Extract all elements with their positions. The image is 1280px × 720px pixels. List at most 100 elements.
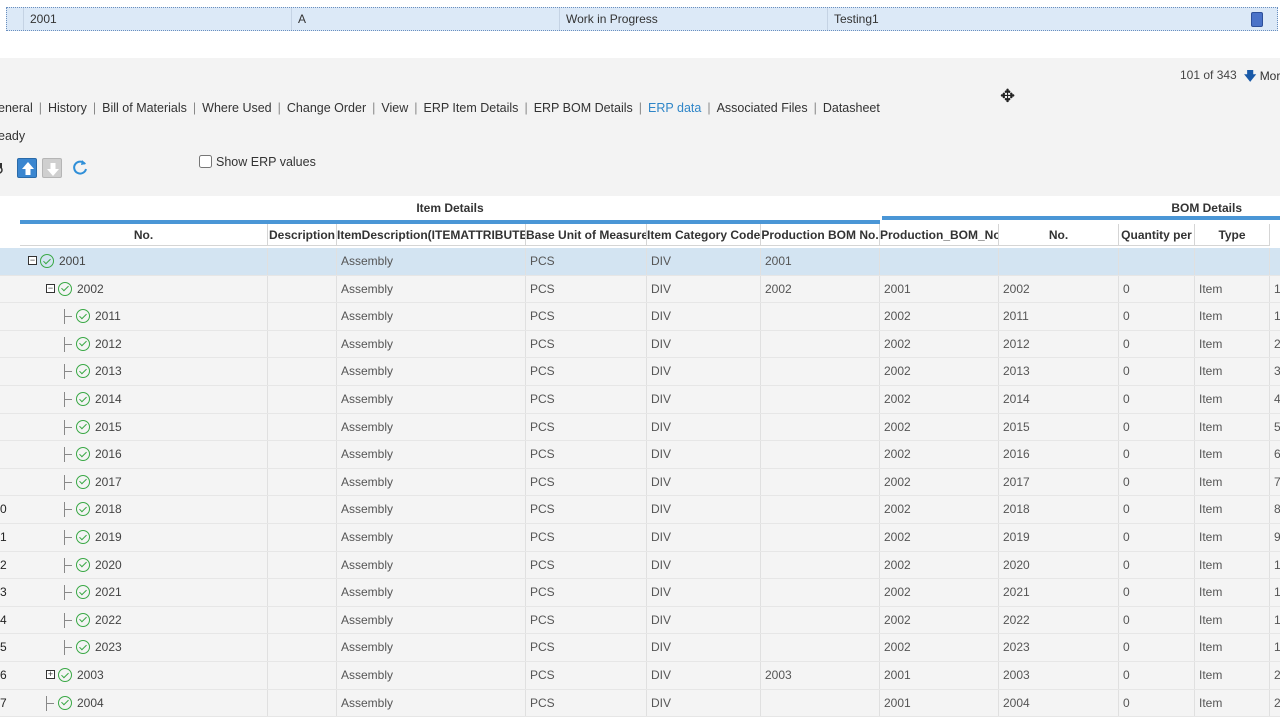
released-check-icon: [76, 309, 90, 324]
cell-desc: [268, 496, 337, 523]
show-erp-checkbox-input[interactable]: [199, 155, 212, 168]
cell-extra: 2: [1270, 690, 1280, 717]
cell-no: 2023: [20, 634, 268, 661]
row-number: 7: [0, 695, 7, 710]
tab-datasheet[interactable]: Datasheet: [823, 101, 880, 115]
cell-type: Item: [1195, 606, 1270, 634]
cell-pbom2: 2002: [880, 524, 999, 551]
column-header-type[interactable]: Type: [1195, 224, 1270, 246]
tab-associated-files[interactable]: Associated Files: [717, 101, 808, 115]
column-header-no-[interactable]: No.: [20, 224, 268, 246]
item-number[interactable]: 2016: [95, 441, 122, 468]
cell-pbom2: 2002: [880, 358, 999, 385]
move-down-button[interactable]: [42, 158, 62, 178]
cell-itemdesc: Assembly: [337, 303, 526, 330]
binoculars-icon[interactable]: [0, 161, 6, 178]
table-row[interactable]: 32021AssemblyPCSDIV200220210Item1: [0, 579, 1280, 607]
cell-bomno: 2019: [999, 524, 1119, 551]
table-row[interactable]: 2011AssemblyPCSDIV200220110Item1: [0, 303, 1280, 331]
cell-extra: 2: [1270, 662, 1280, 689]
column-header-itemdescription-itemattribute-[interactable]: ItemDescription(ITEMATTRIBUTE): [337, 224, 526, 246]
table-row[interactable]: −2002AssemblyPCSDIV2002200120020Item1: [0, 275, 1280, 304]
show-erp-values-checkbox[interactable]: Show ERP values: [199, 155, 316, 169]
collapse-icon[interactable]: −: [28, 256, 37, 265]
tab-change-order[interactable]: Change Order: [287, 101, 366, 115]
column-header-quantity-per[interactable]: Quantity per: [1119, 224, 1195, 246]
item-number[interactable]: 2003: [77, 662, 104, 689]
cell-pbom2: 2002: [880, 441, 999, 468]
item-number[interactable]: 2004: [77, 690, 104, 717]
tab-erp-data[interactable]: ERP data: [648, 101, 701, 115]
tab-where-used[interactable]: Where Used: [202, 101, 271, 115]
table-row[interactable]: 2013AssemblyPCSDIV200220130Item3: [0, 358, 1280, 386]
tree-line: [64, 647, 72, 649]
item-number[interactable]: 2022: [95, 607, 122, 634]
item-number[interactable]: 2011: [95, 303, 121, 330]
tree-line: [64, 426, 72, 428]
cell-extra: 1: [1270, 579, 1280, 606]
table-row[interactable]: 12019AssemblyPCSDIV200220190Item9: [0, 524, 1280, 552]
item-number[interactable]: 2020: [95, 552, 122, 579]
column-header-production-bom-no[interactable]: Production_BOM_No: [880, 224, 999, 246]
item-number[interactable]: 2019: [95, 524, 122, 551]
table-row[interactable]: 2014AssemblyPCSDIV200220140Item4: [0, 386, 1280, 414]
table-row[interactable]: 02018AssemblyPCSDIV200220180Item8: [0, 496, 1280, 524]
table-row[interactable]: 2016AssemblyPCSDIV200220160Item6: [0, 441, 1280, 469]
item-number[interactable]: 2018: [95, 496, 122, 523]
item-number[interactable]: 2017: [95, 469, 122, 496]
column-header-item-category-code[interactable]: Item Category Code: [647, 224, 761, 246]
column-header-no-[interactable]: No.: [999, 224, 1119, 246]
table-row[interactable]: 22020AssemblyPCSDIV200220200Item1: [0, 551, 1280, 580]
tree-line: [64, 564, 72, 566]
table-row[interactable]: 6+2003AssemblyPCSDIV2003200120030Item2: [0, 662, 1280, 690]
table-row[interactable]: 72004AssemblyPCSDIV200120040Item2: [0, 689, 1280, 718]
table-row[interactable]: 42022AssemblyPCSDIV200220220Item1: [0, 606, 1280, 635]
expand-icon[interactable]: +: [46, 670, 55, 679]
item-number[interactable]: 2001: [59, 248, 86, 275]
table-row[interactable]: −2001 Assembly PCS DIV 2001: [0, 248, 1280, 276]
cell-type: Item: [1195, 358, 1270, 385]
column-header-production-bom-no-[interactable]: Production BOM No.: [761, 224, 880, 246]
more-button[interactable]: 🡇 Mor: [1244, 67, 1280, 88]
refresh-icon[interactable]: [71, 159, 89, 180]
item-number[interactable]: 2013: [95, 358, 122, 385]
cell-pbom: [761, 330, 880, 358]
selected-record-row[interactable]: 2001 A Work in Progress Testing1: [6, 7, 1278, 31]
item-number[interactable]: 2002: [77, 276, 104, 303]
cell-cat: DIV: [647, 413, 761, 441]
table-row[interactable]: 2017AssemblyPCSDIV200220170Item7: [0, 468, 1280, 497]
cell-type: Item: [1195, 579, 1270, 606]
table-row[interactable]: 52023AssemblyPCSDIV200220230Item1: [0, 634, 1280, 662]
cell-desc: [268, 330, 337, 358]
column-header-description[interactable]: Description: [268, 224, 337, 246]
table-row[interactable]: 2015AssemblyPCSDIV200220150Item5: [0, 413, 1280, 442]
cell-extra: 1: [1270, 607, 1280, 634]
table-row[interactable]: 2012AssemblyPCSDIV200220120Item2: [0, 330, 1280, 359]
cell-desc: [268, 662, 337, 689]
item-number[interactable]: 2023: [95, 634, 122, 661]
collapse-icon[interactable]: −: [46, 283, 55, 293]
item-number[interactable]: 2012: [95, 331, 122, 358]
tab-history[interactable]: History: [48, 101, 87, 115]
cell-cat: DIV: [647, 496, 761, 523]
move-up-button[interactable]: [17, 158, 37, 178]
cell-bomno: 2022: [999, 606, 1119, 634]
item-number[interactable]: 2015: [95, 414, 122, 441]
tab-separator: |: [192, 101, 197, 115]
cell-itemdesc: Assembly: [337, 248, 526, 275]
tab-view[interactable]: View: [381, 101, 408, 115]
tab-eneral[interactable]: eneral: [0, 101, 33, 115]
cell-no: 2013: [20, 358, 268, 385]
item-number[interactable]: 2014: [95, 386, 122, 413]
record-lifecycle: Work in Progress: [559, 8, 827, 30]
tab-bar: eneral | History | Bill of Materials | Where U…: [0, 101, 880, 115]
column-header-base-unit-of-measure[interactable]: Base Unit of Measure: [526, 224, 647, 246]
cell-no: 2004: [20, 689, 268, 717]
cell-no: − 2002: [20, 275, 268, 303]
tab-erp-bom-details[interactable]: ERP BOM Details: [534, 101, 633, 115]
cell-extra: 5: [1270, 414, 1280, 441]
tab-erp-item-details[interactable]: ERP Item Details: [423, 101, 518, 115]
tab-bill-of-materials[interactable]: Bill of Materials: [102, 101, 187, 115]
cell-type: Item: [1195, 524, 1270, 551]
item-number[interactable]: 2021: [95, 579, 122, 606]
